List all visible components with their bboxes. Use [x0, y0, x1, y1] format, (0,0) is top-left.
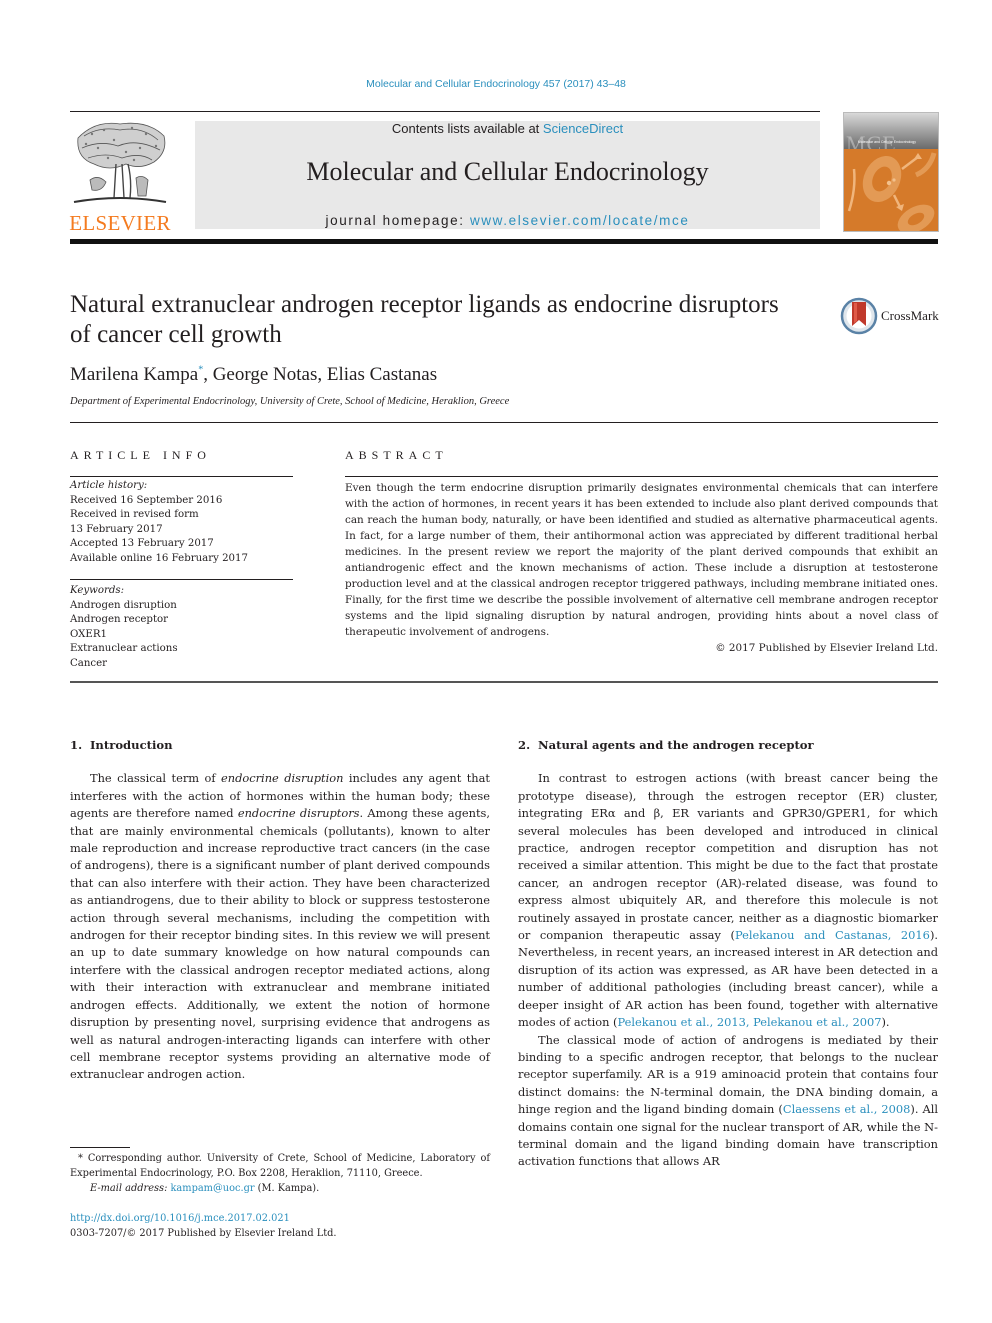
section-introduction: 1. Introduction The classical term of end…: [70, 737, 490, 1084]
journal-name: Molecular and Cellular Endocrinology: [306, 157, 709, 186]
history-entry: Accepted 13 February 2017: [70, 538, 214, 549]
elsevier-tree-icon: [70, 118, 170, 210]
section-title: Introduction: [90, 738, 173, 752]
footnote: * Corresponding author. University of Cr…: [70, 1151, 490, 1196]
reference-link[interactable]: Claessens et al., 2008: [783, 1102, 911, 1116]
text-run: ).: [881, 1015, 890, 1030]
author-name[interactable]: Elias Castanas: [327, 364, 437, 385]
doi-block: http://dx.doi.org/10.1016/j.mce.2017.02.…: [70, 1211, 337, 1241]
author-separator: ,: [203, 364, 213, 385]
history-entry: Available online 16 February 2017: [70, 552, 249, 564]
abstract-body: Even though the term endocrine disruptio…: [345, 482, 938, 638]
reference-link[interactable]: Pelekanou et al., 2013, Pelekanou et al.…: [618, 1015, 882, 1029]
text-run: In contrast to estrogen actions (with br…: [518, 771, 938, 943]
email-label: E-mail address:: [90, 1183, 171, 1194]
journal-citation-link[interactable]: Molecular and Cellular Endocrinology 457…: [0, 78, 992, 90]
history-entry: Received 16 September 2016: [70, 494, 223, 506]
crossmark-label: CrossMark: [881, 308, 939, 323]
abstract-rule: [345, 476, 938, 477]
abstract: Even though the term endocrine disruptio…: [345, 480, 938, 656]
header-rule: [70, 111, 820, 112]
article-info-heading: ARTICLE INFO: [70, 448, 211, 462]
keywords-rule: [70, 579, 293, 580]
contents-prefix: Contents lists available at: [391, 121, 543, 136]
email-suffix: (M. Kampa).: [254, 1183, 320, 1194]
keyword: OXER1: [70, 628, 108, 640]
affiliation-rule: [70, 422, 938, 423]
email-link[interactable]: kampam@uoc.gr: [171, 1183, 255, 1194]
author-affiliation: Department of Experimental Endocrinology…: [70, 396, 510, 407]
homepage-line: journal homepage: www.elsevier.com/locat…: [195, 213, 820, 228]
cover-subtitle: Molecular and Cellular Endocrinology: [858, 140, 916, 144]
sciencedirect-link[interactable]: ScienceDirect: [543, 121, 623, 136]
footnote-rule: [70, 1147, 130, 1148]
section-title: Natural agents and the androgen receptor: [538, 738, 814, 752]
author-list: Marilena Kampa*, George Notas, Elias Cas…: [70, 364, 437, 386]
section-number: 1.: [70, 738, 83, 752]
doi-link[interactable]: http://dx.doi.org/10.1016/j.mce.2017.02.…: [70, 1211, 337, 1226]
journal-cover-image[interactable]: MCE Molecular and Cellular Endocrinology: [843, 112, 939, 232]
section-natural-agents: 2. Natural agents and the androgen recept…: [518, 737, 938, 1171]
crossmark-icon: [840, 297, 878, 335]
contents-line: Contents lists available at ScienceDirec…: [195, 121, 820, 136]
keywords-label: Keywords:: [70, 585, 125, 596]
author-separator: ,: [317, 364, 327, 385]
author-name[interactable]: George Notas: [213, 364, 318, 385]
homepage-prefix: journal homepage:: [325, 213, 470, 228]
author-name[interactable]: Marilena Kampa: [70, 364, 198, 385]
crossmark-button[interactable]: CrossMark: [840, 296, 939, 336]
elsevier-logo[interactable]: ELSEVIER: [68, 118, 172, 234]
text-run: . Among these agents, that are mainly en…: [70, 806, 490, 1082]
text-run: The classical term of: [90, 771, 221, 786]
email-line: E-mail address: kampam@uoc.gr (M. Kampa)…: [70, 1181, 490, 1196]
keyword: Extranuclear actions: [70, 643, 178, 654]
keyword: Androgen disruption: [70, 599, 177, 611]
issn-copyright: 0303-7207/© 2017 Published by Elsevier I…: [70, 1228, 337, 1239]
emphasis-term: endocrine disruptors: [237, 806, 360, 821]
paragraph: The classical term of endocrine disrupti…: [70, 770, 490, 1083]
emphasis-term: endocrine disruption: [221, 771, 344, 786]
section-heading: 1. Introduction: [70, 737, 490, 754]
article-title: Natural extranuclear androgen receptor l…: [70, 291, 779, 348]
masthead-divider: [70, 239, 938, 244]
keywords-list: Keywords: Androgen disruption Androgen r…: [70, 584, 293, 671]
keyword: Androgen receptor: [70, 614, 169, 625]
article-history: Article history: Received 16 September 2…: [70, 479, 293, 566]
article-info-rule: [70, 476, 293, 477]
elsevier-wordmark: ELSEVIER: [69, 211, 171, 235]
reference-link[interactable]: Pelekanou and Castanas, 2016: [735, 928, 930, 942]
article-history-label: Article history:: [70, 480, 148, 491]
front-matter-rule: [70, 681, 938, 683]
journal-masthead: Contents lists available at ScienceDirec…: [195, 121, 820, 229]
corresponding-author-note: * Corresponding author. University of Cr…: [70, 1153, 490, 1179]
history-entry: Received in revised form: [70, 509, 199, 520]
abstract-copyright: © 2017 Published by Elsevier Ireland Ltd…: [715, 642, 938, 654]
paragraph: The classical mode of action of androgen…: [518, 1032, 938, 1171]
keyword: Cancer: [70, 657, 108, 669]
section-number: 2.: [518, 738, 531, 752]
history-entry: 13 February 2017: [70, 523, 163, 535]
section-heading: 2. Natural agents and the androgen recept…: [518, 737, 938, 754]
text-run: ). Nevertheless, in recent years, an inc…: [518, 928, 939, 1030]
paragraph: In contrast to estrogen actions (with br…: [518, 770, 938, 1031]
cover-cell-art: [844, 149, 938, 231]
abstract-heading: ABSTRACT: [345, 448, 448, 462]
journal-homepage-link[interactable]: www.elsevier.com/locate/mce: [470, 213, 690, 228]
